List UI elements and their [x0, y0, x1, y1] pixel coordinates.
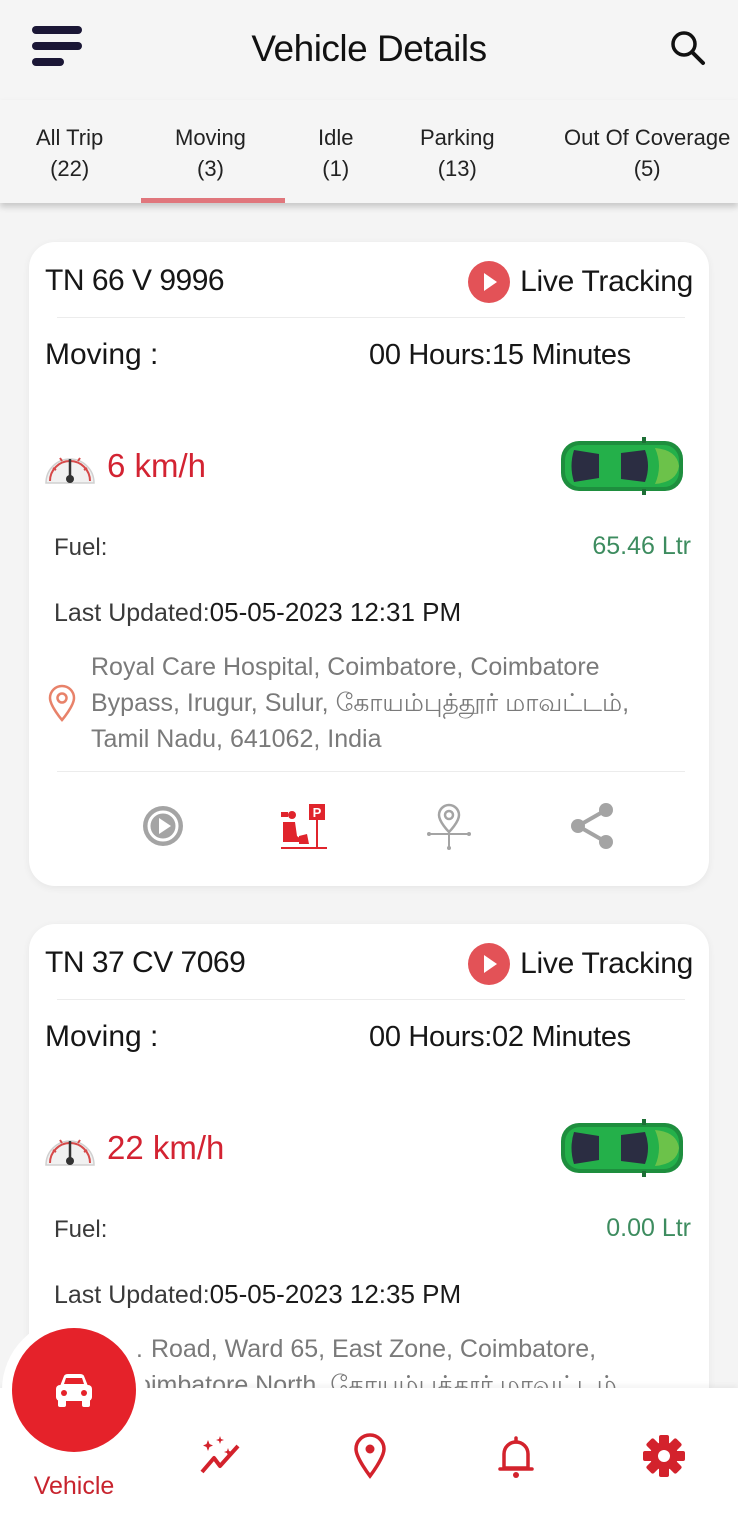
active-tab-indicator: [141, 198, 285, 203]
status-label: Moving :: [45, 1020, 159, 1053]
nav-vehicle-button[interactable]: [12, 1328, 136, 1452]
fuel-value: 65.46 Ltr: [592, 532, 691, 560]
divider: [57, 317, 685, 318]
tab-parking[interactable]: Parking (13): [420, 122, 495, 184]
settings-icon[interactable]: [640, 1432, 688, 1480]
tab-out-of-coverage[interactable]: Out Of Coverage (5): [564, 122, 730, 184]
tab-count: (3): [197, 156, 224, 181]
tab-all-trip[interactable]: All Trip (22): [36, 122, 103, 184]
last-updated: Last Updated:05-05-2023 12:31 PM: [54, 597, 461, 628]
tab-count: (1): [322, 156, 350, 181]
last-updated-label: Last Updated:: [54, 599, 210, 627]
tab-label: Parking: [420, 125, 495, 150]
speed-value: 22 km/h: [107, 1129, 225, 1166]
play-icon: [468, 943, 511, 985]
fuel-value: 0.00 Ltr: [606, 1214, 691, 1242]
vehicle-card[interactable]: TN 66 V 9996 Live Tracking Moving : 00 H…: [29, 242, 709, 886]
geofence-icon[interactable]: [425, 802, 473, 850]
live-tracking-label: Live Tracking: [520, 265, 693, 298]
speed-readout: 22 km/h: [43, 1128, 224, 1168]
vehicle-icon: [56, 1374, 92, 1407]
vehicle-plate: TN 37 CV 7069: [45, 946, 246, 979]
search-icon[interactable]: [668, 28, 708, 68]
car-icon: [561, 437, 683, 495]
fuel-label: Fuel:: [54, 1216, 108, 1243]
speedometer-icon: [45, 457, 95, 484]
speed-value: 6 km/h: [107, 447, 207, 484]
car-icon: [561, 1119, 683, 1177]
last-updated: Last Updated:05-05-2023 12:35 PM: [54, 1279, 461, 1310]
status-duration: 00 Hours:02 Minutes: [369, 1021, 631, 1053]
last-updated-value: 05-05-2023 12:35 PM: [209, 1279, 462, 1309]
tab-label: Idle: [318, 125, 354, 150]
svg-text:P: P: [313, 805, 322, 820]
live-tracking-button[interactable]: Live Tracking: [468, 942, 693, 986]
divider: [57, 771, 685, 772]
nav-vehicle-label: Vehicle: [33, 1472, 115, 1500]
fuel-label: Fuel:: [54, 534, 108, 561]
status-tabs: All Trip (22) Moving (3) Idle (1) Parkin…: [0, 100, 738, 203]
analytics-icon[interactable]: [198, 1432, 246, 1480]
card-actions: P: [29, 802, 709, 862]
play-icon: [468, 261, 511, 303]
vehicle-address: Royal Care Hospital, Coimbatore, Coimbat…: [91, 653, 630, 753]
location-icon[interactable]: [346, 1432, 394, 1480]
vehicle-details-screen: Vehicle Details All Trip (22) Moving (3)…: [0, 0, 738, 1522]
tab-count: (5): [633, 156, 661, 181]
app-header: Vehicle Details: [0, 0, 738, 100]
tab-label: Moving: [175, 125, 246, 150]
location-pin-icon: [48, 684, 76, 722]
live-tracking-label: Live Tracking: [520, 947, 693, 980]
tab-count: (22): [50, 156, 90, 181]
live-tracking-button[interactable]: Live Tracking: [468, 260, 693, 304]
tab-idle[interactable]: Idle (1): [318, 122, 353, 184]
status-duration: 00 Hours:15 Minutes: [369, 339, 631, 371]
playback-icon[interactable]: [139, 802, 187, 850]
last-updated-label: Last Updated:: [54, 1281, 210, 1309]
divider: [57, 999, 685, 1000]
tab-moving[interactable]: Moving (3): [175, 122, 246, 184]
page-title: Vehicle Details: [251, 28, 487, 69]
tab-label: All Trip: [36, 125, 104, 150]
last-updated-value: 05-05-2023 12:31 PM: [209, 597, 462, 627]
parking-report-icon[interactable]: P: [279, 802, 327, 850]
tab-label: Out Of Coverage: [564, 125, 731, 150]
speedometer-icon: [45, 1139, 95, 1166]
tab-count: (13): [437, 156, 477, 181]
vehicle-plate: TN 66 V 9996: [45, 264, 225, 297]
status-label: Moving :: [45, 338, 159, 371]
share-icon[interactable]: [568, 802, 616, 850]
speed-readout: 6 km/h: [43, 446, 206, 486]
notification-icon[interactable]: [492, 1432, 540, 1480]
